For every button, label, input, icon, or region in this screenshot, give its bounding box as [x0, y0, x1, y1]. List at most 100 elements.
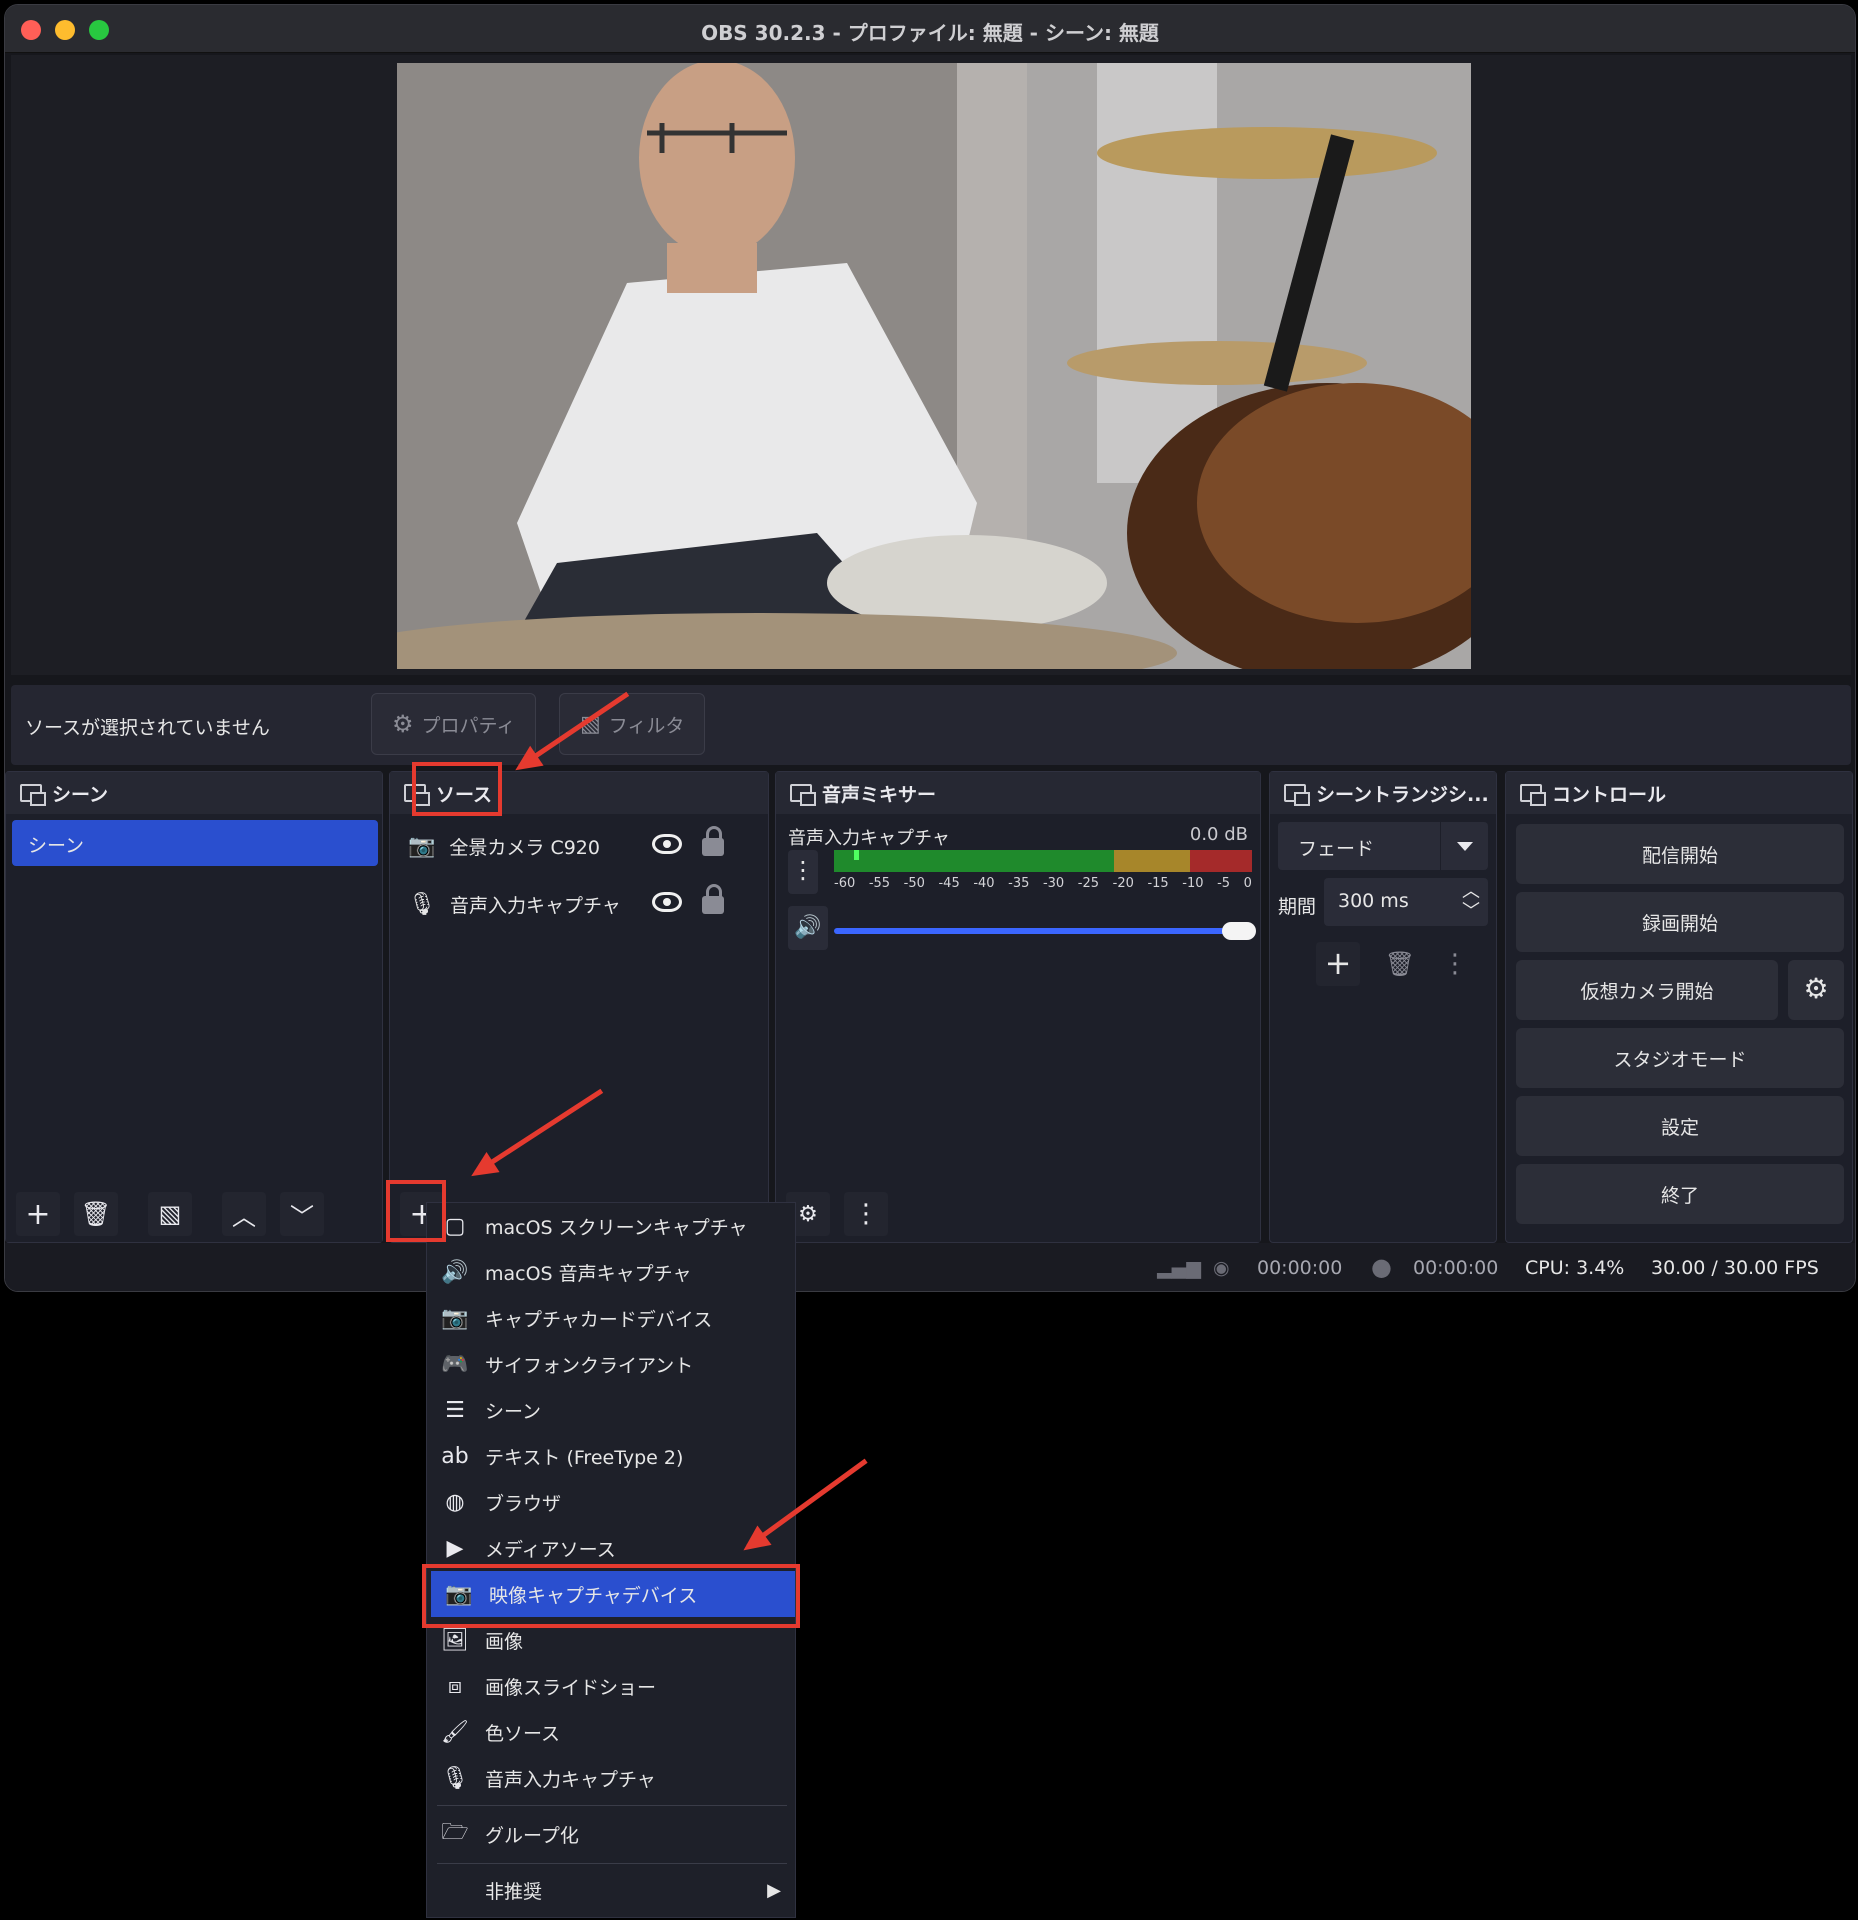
volume-slider-handle[interactable]: [1222, 922, 1256, 940]
kebab-menu-icon: ⋮: [791, 856, 815, 884]
move-scene-down-button[interactable]: ﹀: [280, 1192, 324, 1236]
source-item-label: 全景カメラ C920: [449, 836, 600, 859]
menu-item[interactable]: ▢ macOS スクリーンキャプチャ: [427, 1203, 795, 1249]
properties-button[interactable]: ⚙ プロパティ: [371, 693, 537, 755]
properties-bar: ソースが選択されていません ⚙ プロパティ ▧ フィルタ: [11, 685, 1851, 765]
mixer-channel-name: 音声入力キャプチャ: [788, 828, 950, 849]
menu-item-label: 音声入力キャプチャ: [485, 1768, 656, 1791]
meter-scale-tick: 0: [1243, 876, 1252, 891]
speaker-icon: 🔊: [794, 915, 822, 940]
kebab-menu-icon: ⋮: [853, 1199, 879, 1229]
dock-float-icon[interactable]: [20, 784, 46, 806]
dock-float-icon[interactable]: [790, 784, 816, 806]
menu-item-label: 画像: [485, 1630, 524, 1653]
transitions-dock-header[interactable]: シーントランジシ...: [1270, 772, 1496, 814]
meter-scale-tick: -45: [938, 876, 960, 891]
signal-bars-icon: ▂▄▆: [1157, 1257, 1201, 1279]
record-dot-icon: ●: [1371, 1253, 1392, 1281]
transitions-dock-title: シーントランジシ...: [1316, 783, 1489, 806]
menu-item-label: 色ソース: [485, 1722, 561, 1745]
image-icon: 🖼: [441, 1627, 469, 1653]
menu-separator: [437, 1863, 787, 1864]
transition-select[interactable]: フェード: [1278, 822, 1488, 870]
slideshow-icon: ⧈: [448, 1673, 462, 1699]
remove-transition-button[interactable]: 🗑: [1378, 942, 1422, 986]
source-item[interactable]: 🎙 音声入力キャプチャ: [408, 884, 724, 924]
move-scene-up-button[interactable]: ︿: [222, 1192, 266, 1236]
add-source-menu: ▢ macOS スクリーンキャプチャ 🔊 macOS 音声キャプチャ 📷 キャプチャカード…: [426, 1202, 796, 1918]
virtual-camera-settings-button[interactable]: ⚙: [1788, 960, 1844, 1020]
menu-item-label: macOS 音声キャプチャ: [485, 1262, 692, 1285]
menu-item[interactable]: ◍ ブラウザ: [427, 1479, 795, 1525]
meter-level-tick: [854, 850, 859, 860]
dock-float-icon[interactable]: [1284, 784, 1310, 806]
menu-item[interactable]: 🎮 サイフォンクライアント: [427, 1341, 795, 1387]
start-streaming-button[interactable]: 配信開始: [1516, 824, 1844, 884]
settings-button[interactable]: 設定: [1516, 1096, 1844, 1156]
gear-icon: ⚙: [798, 1201, 818, 1227]
add-scene-button[interactable]: +: [16, 1192, 60, 1236]
add-transition-button[interactable]: +: [1316, 942, 1360, 986]
gear-icon: ⚙: [1803, 972, 1829, 1005]
menu-item[interactable]: ⧈ 画像スライドショー: [427, 1663, 795, 1709]
preview-area: [11, 55, 1851, 675]
start-recording-button[interactable]: 録画開始: [1516, 892, 1844, 952]
source-item[interactable]: 📷 全景カメラ C920: [408, 826, 724, 866]
visibility-eye-icon[interactable]: [652, 892, 682, 912]
chevron-down-icon[interactable]: [1440, 822, 1488, 870]
mixer-more-button[interactable]: ⋮: [844, 1192, 888, 1236]
menu-item[interactable]: 🖌 色ソース: [427, 1709, 795, 1755]
menu-item-label: シーン: [485, 1400, 542, 1423]
duration-label: 期間: [1278, 896, 1317, 918]
visibility-eye-icon[interactable]: [652, 834, 682, 854]
spinner-arrows-icon[interactable]: ︿ ﹀: [1462, 882, 1480, 922]
microphone-icon: 🎙: [441, 1765, 469, 1791]
speaker-icon: 🔊: [441, 1259, 469, 1285]
menu-item[interactable]: ab テキスト (FreeType 2): [427, 1433, 795, 1479]
lock-icon[interactable]: [702, 826, 724, 856]
meter-green-zone: [834, 850, 1114, 872]
scene-list-item[interactable]: シーン: [12, 820, 378, 866]
volume-meter: [834, 850, 1252, 872]
menu-item-label: ブラウザ: [485, 1492, 562, 1515]
gamepad-icon: 🎮: [441, 1351, 469, 1377]
volume-slider-track[interactable]: [834, 928, 1234, 934]
title-bar: OBS 30.2.3 - プロファイル: 無題 - シーン: 無題: [5, 5, 1855, 53]
studio-mode-button[interactable]: スタジオモード: [1516, 1028, 1844, 1088]
microphone-icon: 🎙: [408, 891, 436, 917]
audio-mixer-dock-title: 音声ミキサー: [822, 783, 937, 806]
audio-mixer-dock: 音声ミキサー 音声入力キャプチャ 0.0 dB ⋮ -60 -55 -50 -45 -4…: [775, 771, 1261, 1243]
remove-scene-button[interactable]: 🗑: [74, 1192, 118, 1236]
menu-item[interactable]: 📷 キャプチャカードデバイス: [427, 1295, 795, 1341]
camera-preview[interactable]: [397, 63, 1471, 669]
list-icon: ☰: [445, 1397, 465, 1423]
exit-button[interactable]: 終了: [1516, 1164, 1844, 1224]
gear-icon: ⚙: [392, 710, 414, 738]
dock-float-icon[interactable]: [1520, 784, 1546, 806]
meter-scale-tick: -40: [973, 876, 995, 891]
menu-item-group[interactable]: 🗁 グループ化: [427, 1811, 795, 1857]
controls-dock-header[interactable]: コントロール: [1506, 772, 1852, 814]
menu-item-label: メディアソース: [485, 1538, 616, 1561]
scene-filters-button[interactable]: ▧: [148, 1192, 192, 1236]
start-virtual-camera-button[interactable]: 仮想カメラ開始: [1516, 960, 1778, 1020]
transition-more-button[interactable]: ⋮: [1440, 942, 1470, 986]
meter-scale: -60 -55 -50 -45 -40 -35 -30 -25 -20 -15 -10 -5 0: [834, 876, 1252, 891]
menu-item[interactable]: 🎙 音声入力キャプチャ: [427, 1755, 795, 1801]
menu-item[interactable]: ☰ シーン: [427, 1387, 795, 1433]
audio-mixer-dock-header[interactable]: 音声ミキサー: [776, 772, 1260, 814]
menu-item-deprecated[interactable]: 非推奨 ▶: [427, 1867, 795, 1913]
mute-button[interactable]: 🔊: [788, 906, 828, 950]
lock-icon[interactable]: [702, 884, 724, 914]
no-source-selected-label: ソースが選択されていません: [25, 717, 270, 739]
menu-item-label: テキスト (FreeType 2): [485, 1446, 684, 1469]
menu-item[interactable]: 🔊 macOS 音声キャプチャ: [427, 1249, 795, 1295]
menu-item-label: グループ化: [485, 1824, 579, 1847]
text-icon: ab: [441, 1443, 469, 1469]
scenes-dock-header[interactable]: シーン: [6, 772, 382, 814]
mixer-menu-button[interactable]: ⋮: [788, 850, 818, 894]
duration-spinbox[interactable]: 300 ms ︿ ﹀: [1324, 878, 1488, 926]
scenes-toolbar: + 🗑 ▧ ︿ ﹀: [6, 1186, 382, 1242]
meter-scale-tick: -10: [1182, 876, 1204, 891]
annotation-box-menu-item: [422, 1564, 800, 1628]
